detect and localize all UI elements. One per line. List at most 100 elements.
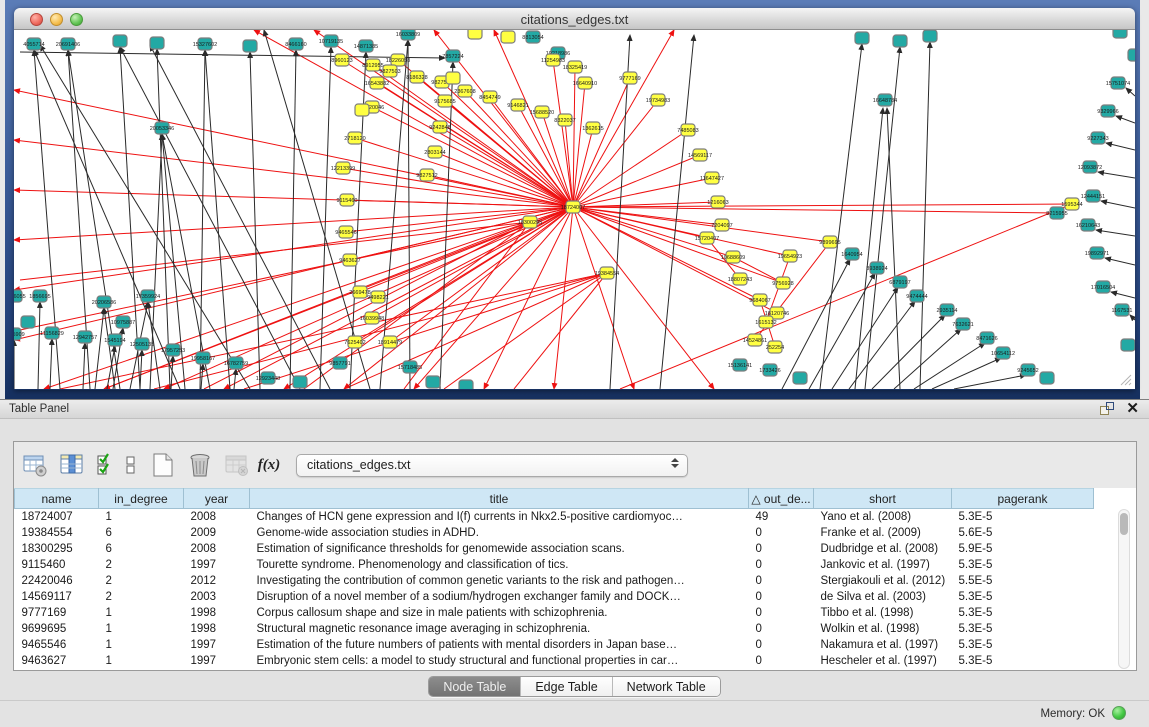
network-node[interactable]: 2803144 [424,146,445,158]
table-cell[interactable]: 9777169 [15,605,99,621]
table-cell[interactable]: 2012 [184,573,250,589]
table-cell[interactable]: 5.3E-5 [952,637,1094,653]
table-cell[interactable]: Genome-wide association studies in ADHD. [250,525,749,541]
table-row[interactable]: 1872400712008Changes of HCN gene express… [15,509,1094,525]
network-node[interactable]: 8215955 [1046,207,1067,219]
table-scrollbar[interactable] [1118,509,1130,669]
column-header-pagerank[interactable]: pagerank [952,489,1094,509]
table-cell[interactable]: Tibbo et al. (1998) [814,605,952,621]
network-node[interactable]: 14524861 [743,334,767,346]
network-edge[interactable] [1111,292,1135,298]
table-cell[interactable]: 22420046 [15,573,99,589]
table-cell[interactable]: 1997 [184,637,250,653]
tab-edge-table[interactable]: Edge Table [521,677,612,696]
table-cell[interactable]: Wolkin et al. (1998) [814,621,952,637]
table-cell[interactable]: Dudbridge et al. (2008) [814,541,952,557]
network-node[interactable]: 10975887 [111,316,135,328]
network-edge[interactable] [344,273,607,389]
delete-column-icon[interactable] [187,452,213,478]
table-row[interactable]: 1456911722003Disruption of a novel membe… [15,589,1094,605]
network-node[interactable]: 9777169 [619,72,640,84]
network-node[interactable]: 9115460 [336,194,357,206]
network-node[interactable]: 1362615 [582,122,603,134]
select-columns-icon[interactable] [59,452,85,478]
network-node[interactable]: 12213399 [331,162,355,174]
network-node[interactable]: 10719135 [319,35,343,47]
network-node[interactable]: 1167531 [1111,304,1132,316]
network-node[interactable] [1113,30,1127,38]
network-edge[interactable] [573,100,658,207]
table-cell[interactable]: 5.9E-5 [952,541,1094,557]
network-edge[interactable] [809,273,875,389]
table-row[interactable]: 969969511998Structural magnetic resonanc… [15,621,1094,637]
network-node[interactable]: 16640910 [573,77,597,89]
table-cell[interactable]: Yano et al. (2008) [814,509,952,525]
network-edge[interactable] [782,259,850,389]
network-node[interactable]: 16648784 [873,94,897,106]
network-node[interactable]: 7485083 [677,124,698,136]
network-node[interactable]: 1733426 [759,364,780,376]
table-cell[interactable]: 1 [99,637,184,653]
table-cell[interactable]: 0 [749,541,814,557]
memory-status-icon[interactable] [1112,706,1126,720]
network-node[interactable] [1121,339,1135,351]
table-cell[interactable]: de Silva et al. (2003) [814,589,952,605]
table-settings-icon[interactable] [22,452,48,478]
network-edge[interactable] [1130,315,1135,320]
network-node[interactable]: 12505135 [130,338,154,350]
table-cell[interactable]: 0 [749,589,814,605]
network-node[interactable]: 8471626 [976,332,997,344]
network-edge[interactable] [1098,172,1135,178]
network-edge[interactable] [290,50,296,389]
select-all-icon[interactable] [96,452,112,478]
network-node[interactable]: 8938924 [866,262,887,274]
network-edge[interactable] [872,315,945,389]
float-panel-icon[interactable] [1100,402,1114,415]
network-node[interactable]: 2935114 [936,304,957,316]
table-row[interactable]: 1938455462009Genome-wide association stu… [15,525,1094,541]
table-cell[interactable]: Jankovic et al. (1997) [814,557,952,573]
table-row[interactable]: 977716911998Corpus callosum shape and si… [15,605,1094,621]
network-node[interactable]: 9463627 [339,254,360,266]
network-node[interactable] [113,35,127,47]
network-node[interactable]: 7204097 [711,219,732,231]
table-row[interactable]: 946362711997Embryonic stem cells: a mode… [15,653,1094,669]
network-node[interactable] [893,35,907,47]
table-cell[interactable]: 9463627 [15,653,99,669]
network-node[interactable]: 9474444 [906,290,927,302]
network-edge[interactable] [914,343,985,389]
network-node[interactable]: 2367608 [454,85,475,97]
table-cell[interactable]: 1997 [184,653,250,669]
network-node[interactable]: 9827512 [416,169,437,181]
table-cell[interactable]: 0 [749,637,814,653]
table-cell[interactable]: 0 [749,621,814,637]
network-node[interactable]: 19734983 [646,94,670,106]
table-cell[interactable]: 6 [99,525,184,541]
network-node[interactable]: 17359924 [136,290,160,302]
table-cell[interactable]: 5.3E-5 [952,557,1094,573]
column-header-title[interactable]: title [250,489,749,509]
table-cell[interactable]: Hescheler et al. (1997) [814,653,952,669]
network-node[interactable]: 1595344 [1061,198,1082,210]
network-node[interactable]: 7857224 [442,50,463,62]
network-edge[interactable] [20,52,445,58]
network-node[interactable]: 16210643 [1076,219,1100,231]
table-cell[interactable]: 1 [99,509,184,525]
network-node[interactable]: 14871385 [354,40,378,52]
table-row[interactable]: 1830029562008Estimation of significance … [15,541,1094,557]
network-edge[interactable] [244,273,607,389]
network-node[interactable]: 1640954 [841,248,862,260]
function-builder-icon[interactable]: f(x) [261,452,277,478]
table-cell[interactable]: 5.3E-5 [952,605,1094,621]
network-node[interactable] [355,104,369,116]
new-column-icon[interactable] [150,452,176,478]
table-cell[interactable]: Estimation of significance thresholds fo… [250,541,749,557]
table-cell[interactable]: 2009 [184,525,250,541]
network-edge[interactable] [932,358,1001,389]
network-edge[interactable] [250,52,260,389]
network-graph[interactable]: 4055714206914061532760284661601071913514… [14,30,1135,389]
network-edge[interactable] [620,204,1072,389]
table-scrollbar-thumb[interactable] [1120,513,1128,535]
table-cell[interactable]: Nakamura et al. (1997) [814,637,952,653]
network-node[interactable] [923,30,937,42]
